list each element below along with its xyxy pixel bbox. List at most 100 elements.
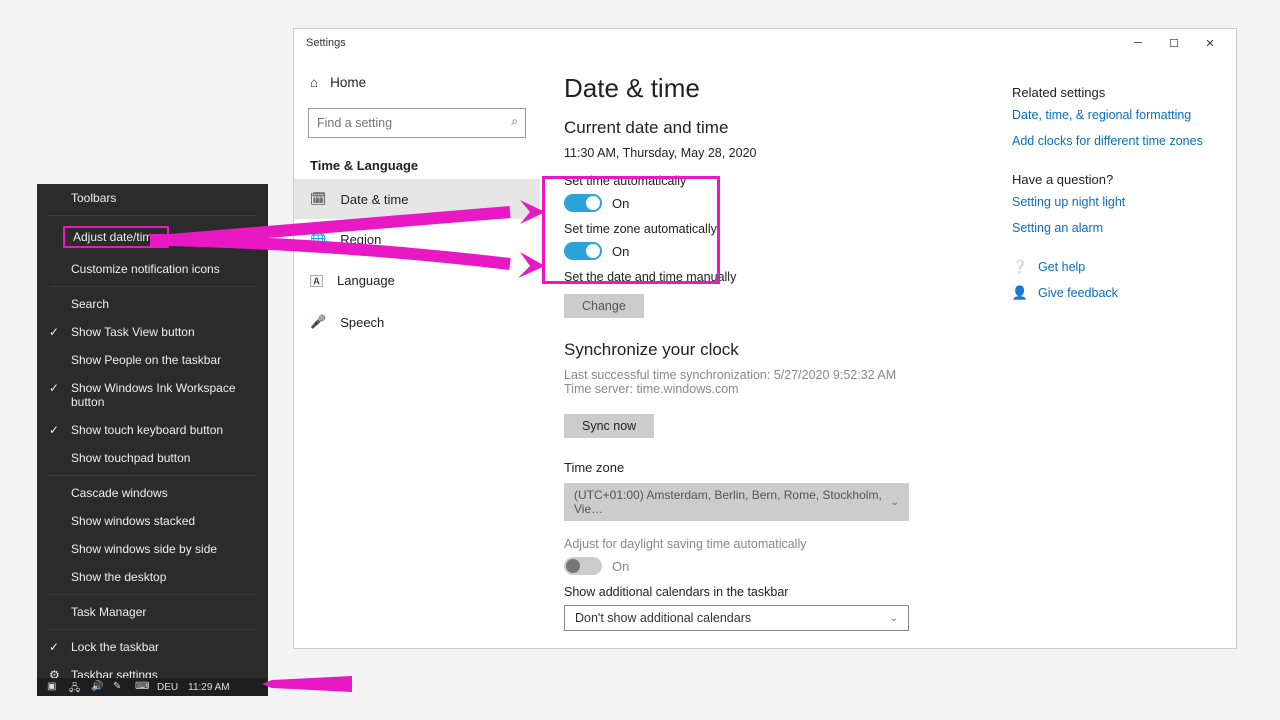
separator (49, 475, 256, 476)
ctx-customize-notification-icons[interactable]: Customize notification icons (37, 255, 268, 283)
ctx-show-touchpad[interactable]: Show touchpad button (37, 444, 268, 472)
minimize-button[interactable]: ─ (1120, 30, 1156, 56)
tz-select[interactable]: (UTC+01:00) Amsterdam, Berlin, Bern, Rom… (564, 483, 909, 521)
taskbar[interactable]: ▣ 🖧 🔊 ✎ ⌨ DEU 11:29 AM (37, 678, 268, 696)
check-icon: ✓ (49, 640, 59, 654)
maximize-button[interactable]: ☐ (1156, 30, 1192, 56)
add-cal-select[interactable]: Don't show additional calendars ⌄ (564, 605, 909, 631)
ctx-label: Cascade windows (71, 486, 168, 500)
ctx-show-desktop[interactable]: Show the desktop (37, 563, 268, 591)
ctx-label: Show windows side by side (71, 542, 217, 556)
ctx-label: Customize notification icons (71, 262, 220, 276)
sidebar-search: ⌕ (308, 108, 526, 138)
ctx-label: Show the desktop (71, 570, 166, 584)
calendar-icon: 🗓 (310, 191, 327, 207)
pen-icon[interactable]: ✎ (113, 681, 125, 693)
ctx-label: Search (71, 297, 109, 311)
sync-now-button[interactable]: Sync now (564, 414, 654, 438)
mic-icon: 🎤 (310, 314, 326, 330)
dst-toggle (564, 557, 602, 575)
titlebar: Settings ─ ☐ ✕ (294, 29, 1236, 57)
ctx-show-stacked[interactable]: Show windows stacked (37, 507, 268, 535)
ctx-lock-taskbar[interactable]: ✓Lock the taskbar (37, 633, 268, 661)
related-rail: Related settings Date, time, & regional … (1012, 73, 1212, 311)
ctx-show-touch-keyboard[interactable]: ✓Show touch keyboard button (37, 416, 268, 444)
dst-label: Adjust for daylight saving time automati… (564, 537, 1212, 551)
main-panel: Date & time Current date and time 11:30 … (540, 57, 1236, 648)
clock[interactable]: 11:29 AM (188, 682, 230, 693)
sidebar-heading: Time & Language (294, 148, 540, 179)
sync-last: Last successful time synchronization: 5/… (564, 368, 1212, 382)
sidebar-item-language[interactable]: 🄰 Language (294, 259, 540, 302)
chevron-down-icon: ⌄ (890, 613, 898, 624)
ctx-task-manager[interactable]: Task Manager (37, 598, 268, 626)
window-title: Settings (306, 37, 346, 49)
sidebar-item-label: Region (340, 232, 381, 247)
sidebar-home[interactable]: ⌂ Home (294, 67, 540, 98)
link-date-time-regional[interactable]: Date, time, & regional formatting (1012, 108, 1212, 122)
ctx-search[interactable]: Search (37, 290, 268, 318)
link-night-light[interactable]: Setting up night light (1012, 195, 1212, 209)
ctx-show-task-view[interactable]: ✓ Show Task View button (37, 318, 268, 346)
toggle-state: On (612, 559, 629, 574)
tz-heading: Time zone (564, 460, 1212, 475)
change-button[interactable]: Change (564, 294, 644, 318)
separator (49, 215, 256, 216)
link-setting-alarm[interactable]: Setting an alarm (1012, 221, 1212, 235)
related-settings-heading: Related settings (1012, 85, 1212, 100)
language-icon: 🄰 (310, 271, 323, 290)
network-icon[interactable]: 🖧 (69, 681, 81, 693)
volume-icon[interactable]: 🔊 (91, 681, 103, 693)
link-get-help[interactable]: Get help (1038, 260, 1085, 274)
sidebar-item-date-time[interactable]: 🗓 Date & time (294, 179, 540, 219)
ctx-cascade-windows[interactable]: Cascade windows (37, 479, 268, 507)
sidebar-item-label: Date & time (341, 192, 409, 207)
globe-icon: 🌐 (310, 231, 326, 247)
search-icon: ⌕ (511, 114, 518, 129)
taskbar-context-menu: Toolbars Adjust date/time Customize noti… (37, 184, 268, 691)
separator (49, 286, 256, 287)
settings-window: Settings ─ ☐ ✕ ⌂ Home ⌕ Time & Language … (293, 28, 1237, 649)
link-add-clocks[interactable]: Add clocks for different time zones (1012, 134, 1212, 148)
home-icon: ⌂ (310, 75, 318, 90)
check-icon: ✓ (49, 381, 59, 395)
ctx-label: Toolbars (71, 191, 116, 205)
ctx-label: Task Manager (71, 605, 146, 619)
question-heading: Have a question? (1012, 172, 1212, 187)
ctx-show-ink-workspace[interactable]: ✓ Show Windows Ink Workspace button (37, 374, 268, 416)
ctx-adjust-date-time[interactable]: Adjust date/time (37, 219, 268, 255)
keyboard-icon[interactable]: ⌨ (135, 681, 147, 693)
toggle-state: On (612, 244, 629, 259)
separator (49, 594, 256, 595)
feedback-icon: 👤 (1012, 285, 1028, 301)
window-body: ⌂ Home ⌕ Time & Language 🗓 Date & time 🌐… (294, 57, 1236, 648)
sidebar-item-region[interactable]: 🌐 Region (294, 219, 540, 259)
language-indicator[interactable]: DEU (157, 682, 178, 693)
tray-icon[interactable]: ▣ (47, 681, 59, 693)
ctx-label: Show Task View button (71, 325, 195, 339)
annotation-arrow-clock (262, 670, 352, 698)
link-give-feedback[interactable]: Give feedback (1038, 286, 1118, 300)
sidebar-item-speech[interactable]: 🎤 Speech (294, 302, 540, 342)
sync-server: Time server: time.windows.com (564, 382, 1212, 396)
tz-value: (UTC+01:00) Amsterdam, Berlin, Bern, Rom… (574, 488, 891, 516)
ctx-toolbars[interactable]: Toolbars (37, 184, 268, 212)
help-icon: ❔ (1012, 259, 1028, 275)
ctx-label: Show touchpad button (71, 451, 190, 465)
sidebar-item-label: Language (337, 273, 395, 288)
ctx-show-people[interactable]: Show People on the taskbar (37, 346, 268, 374)
ctx-label: Show touch keyboard button (71, 423, 223, 437)
search-input[interactable] (308, 108, 526, 138)
sidebar-item-label: Speech (340, 315, 384, 330)
check-icon: ✓ (49, 325, 59, 339)
ctx-label: Show Windows Ink Workspace button (71, 381, 256, 409)
separator (49, 629, 256, 630)
add-cal-value: Don't show additional calendars (575, 611, 751, 625)
close-button[interactable]: ✕ (1192, 30, 1228, 56)
ctx-label: Show windows stacked (71, 514, 195, 528)
window-controls: ─ ☐ ✕ (1120, 30, 1228, 56)
ctx-label: Adjust date/time (63, 226, 169, 248)
set-tz-auto-toggle[interactable] (564, 242, 602, 260)
set-time-auto-toggle[interactable] (564, 194, 602, 212)
ctx-show-side-by-side[interactable]: Show windows side by side (37, 535, 268, 563)
